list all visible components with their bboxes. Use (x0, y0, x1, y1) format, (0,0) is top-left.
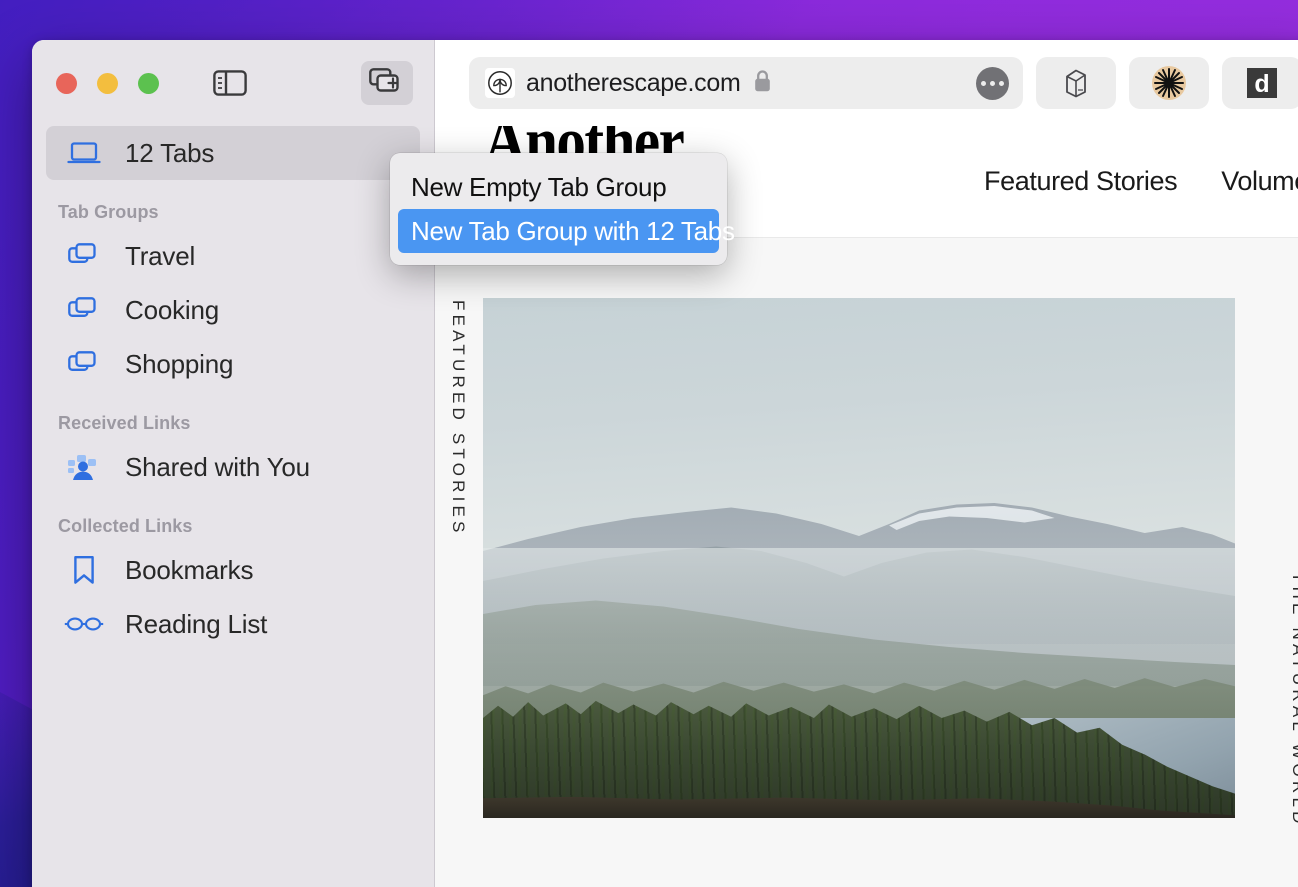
nav-link-volumes[interactable]: Volumes (1221, 166, 1298, 197)
milk-carton-extension-button[interactable] (1036, 57, 1116, 109)
svg-text:d: d (1254, 70, 1269, 98)
sidebar-item-label: Shared with You (125, 451, 310, 482)
safari-window: 12 Tabs Tab Groups Travel Cooking Shoppi… (32, 40, 1298, 887)
sidebar-section-title-tab-groups: Tab Groups (58, 202, 159, 222)
sidebar-item-label: Travel (125, 240, 196, 271)
page-body: FEATURED STORIES THE NATURAL WORLD (435, 238, 1298, 887)
address-bar[interactable]: anotherescape.com (469, 57, 1023, 109)
vertical-label-featured-stories: FEATURED STORIES (449, 300, 468, 537)
glasses-icon (64, 614, 104, 634)
vertical-label-natural-world: THE NATURAL WORLD (1289, 572, 1298, 828)
duckduckgo-extension-icon: d (1247, 68, 1277, 98)
laptop-icon (64, 140, 104, 166)
sidebar-item-label: 12 Tabs (125, 137, 215, 168)
sidebar-item-travel[interactable]: Travel (46, 229, 420, 283)
tab-group-icon (64, 351, 104, 377)
leaf-circle-favicon (485, 68, 515, 98)
sidebar-item-label: Reading List (125, 608, 268, 639)
sidebar-item-bookmarks[interactable]: Bookmarks (46, 543, 420, 597)
lock-icon (753, 69, 772, 98)
menu-item-new-empty-tab-group[interactable]: New Empty Tab Group (398, 165, 719, 209)
starburst-extension-button[interactable] (1129, 57, 1209, 109)
menu-item-new-tab-group-with-tabs[interactable]: New Tab Group with 12 Tabs (398, 209, 735, 253)
sidebar: 12 Tabs Tab Groups Travel Cooking Shoppi… (32, 40, 435, 887)
sidebar-section-title-collected-links: Collected Links (58, 516, 193, 536)
close-button[interactable] (56, 72, 77, 94)
sidebar-item-label: Shopping (125, 348, 234, 379)
milk-carton-extension-icon (1066, 69, 1086, 98)
sidebar-item-12-tabs[interactable]: 12 Tabs (46, 126, 420, 180)
sidebar-toggle-icon (213, 70, 247, 96)
new-tab-group-button[interactable] (361, 61, 413, 105)
ellipsis-icon[interactable] (976, 66, 1009, 100)
tab-group-icon (64, 243, 104, 269)
tab-group-icon (64, 297, 104, 323)
sidebar-item-shared-with-you[interactable]: Shared with You (46, 440, 420, 494)
sidebar-item-label: Cooking (125, 294, 219, 325)
window-titlebar (32, 40, 434, 126)
sidebar-item-label: Bookmarks (125, 554, 254, 585)
bookmark-icon (64, 555, 104, 585)
sidebar-section-title-received-links: Received Links (58, 413, 191, 433)
duckduckgo-extension-button[interactable]: d (1222, 57, 1298, 109)
traffic-light-group (56, 72, 159, 94)
sidebar-toggle-button[interactable] (204, 61, 256, 105)
tab-group-menu: New Empty Tab Group New Tab Group with 1… (390, 153, 735, 265)
sidebar-list: 12 Tabs Tab Groups Travel Cooking Shoppi… (32, 126, 434, 651)
site-nav: Featured Stories Volumes (984, 166, 1298, 197)
shared-with-you-icon (64, 453, 104, 481)
nav-link-featured-stories[interactable]: Featured Stories (984, 166, 1178, 197)
hero-image[interactable] (483, 298, 1235, 818)
minimize-button[interactable] (97, 72, 118, 94)
sidebar-item-cooking[interactable]: Cooking (46, 283, 420, 337)
new-tab-group-icon (369, 68, 399, 92)
starburst-extension-icon (1152, 66, 1186, 100)
browser-toolbar: anotherescape.com d (435, 40, 1298, 126)
sidebar-item-reading-list[interactable]: Reading List (46, 597, 420, 651)
sidebar-item-shopping[interactable]: Shopping (46, 337, 420, 391)
zoom-button[interactable] (138, 72, 159, 94)
hero-haze (483, 548, 1235, 698)
address-bar-url: anotherescape.com (526, 68, 741, 97)
